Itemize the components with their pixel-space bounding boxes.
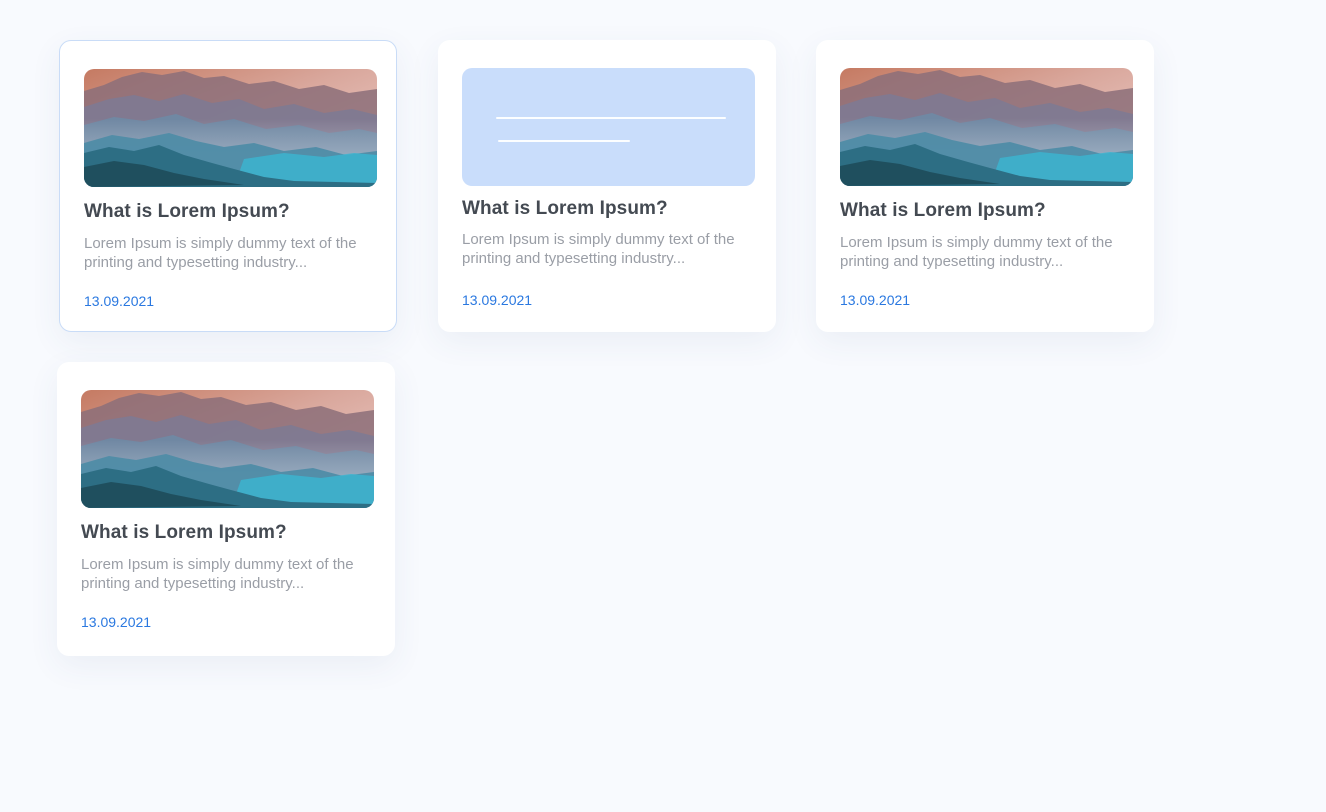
article-card[interactable]: What is Lorem Ipsum? Lorem Ipsum is simp… [57, 362, 395, 656]
article-card[interactable]: What is Lorem Ipsum? Lorem Ipsum is simp… [816, 40, 1154, 332]
image-placeholder [462, 68, 755, 186]
article-card[interactable]: What is Lorem Ipsum? Lorem Ipsum is simp… [59, 40, 397, 332]
article-excerpt: Lorem Ipsum is simply dummy text of the … [84, 235, 357, 271]
article-excerpt: Lorem Ipsum is simply dummy text of the … [840, 234, 1113, 270]
article-date: 13.09.2021 [81, 614, 152, 630]
article-date: 13.09.2021 [840, 292, 911, 308]
article-thumbnail [840, 68, 1133, 186]
placeholder-line [496, 117, 726, 119]
mountain-landscape-image [81, 390, 374, 508]
mountain-landscape-image [840, 68, 1133, 186]
article-card[interactable]: What is Lorem Ipsum? Lorem Ipsum is simp… [438, 40, 776, 332]
article-excerpt: Lorem Ipsum is simply dummy text of the … [81, 556, 354, 592]
article-title: What is Lorem Ipsum? [84, 201, 290, 222]
mountain-landscape-image [84, 69, 377, 187]
article-date: 13.09.2021 [84, 293, 155, 309]
article-title: What is Lorem Ipsum? [840, 200, 1046, 221]
article-thumbnail [81, 390, 374, 508]
article-title: What is Lorem Ipsum? [462, 198, 668, 219]
article-title: What is Lorem Ipsum? [81, 522, 287, 543]
article-excerpt: Lorem Ipsum is simply dummy text of the … [462, 231, 735, 267]
article-date: 13.09.2021 [462, 292, 533, 308]
article-thumbnail [84, 69, 377, 187]
placeholder-line [498, 140, 630, 142]
